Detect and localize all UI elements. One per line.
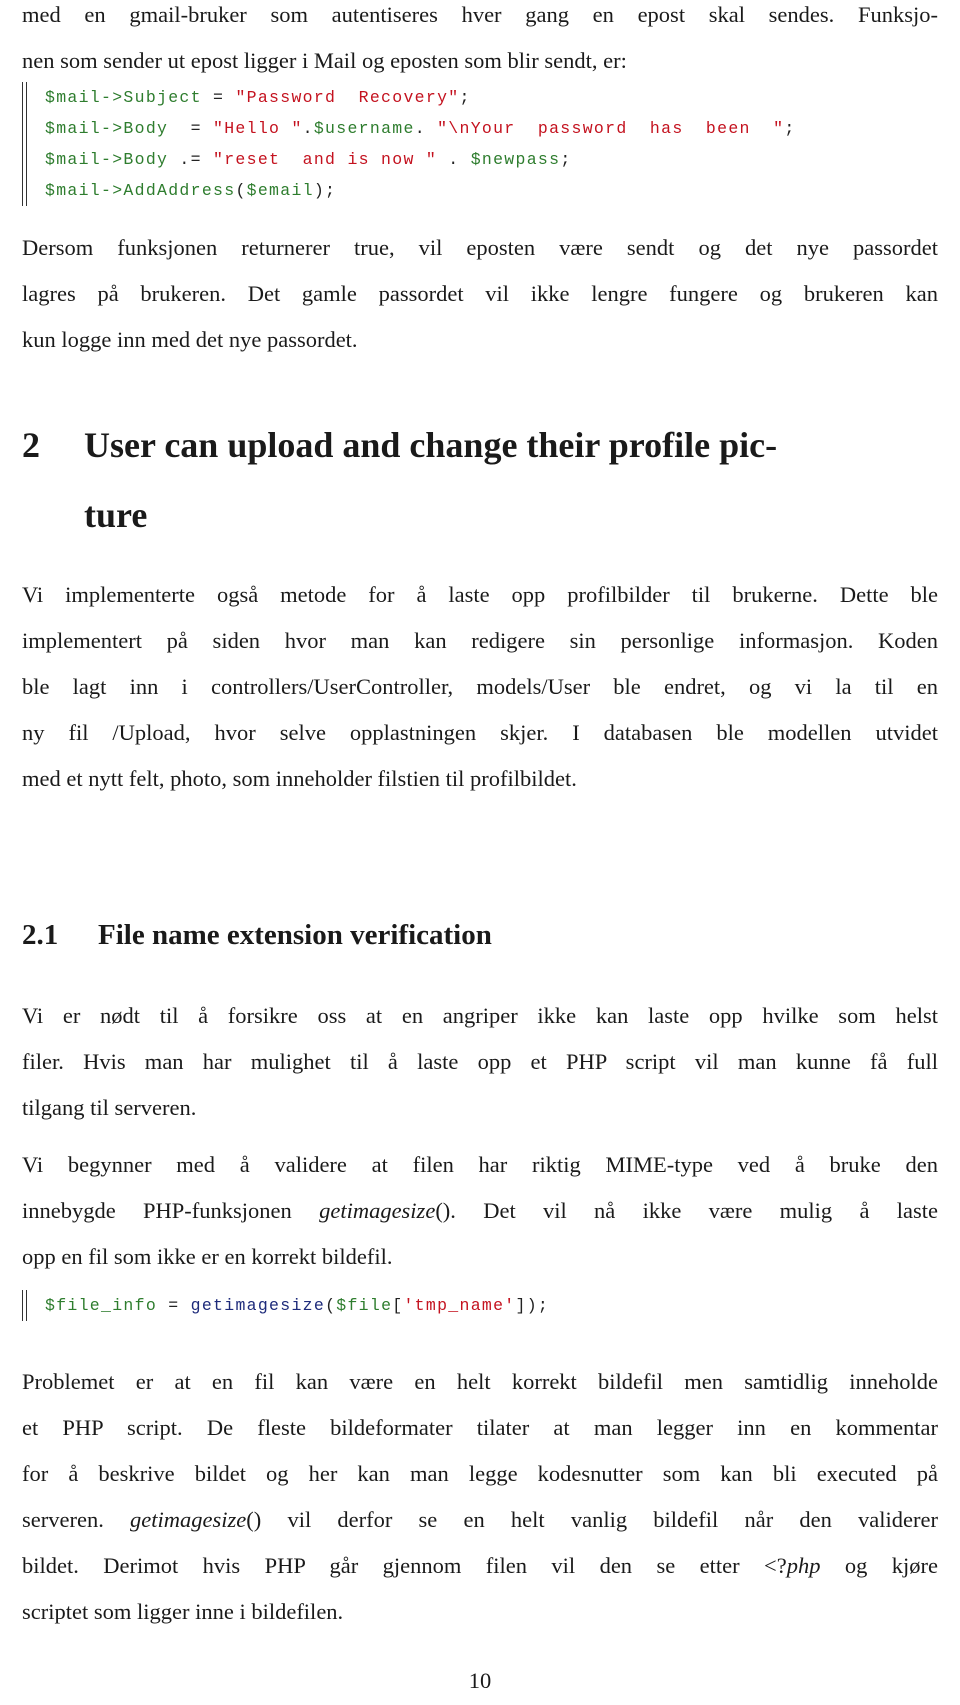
text-line: lagres på brukeren. Det gamle passordet …: [22, 281, 938, 306]
code-token: .: [437, 150, 471, 169]
section-heading-continued: ture: [22, 480, 938, 550]
section-2-paragraph: Vi implementerte også metode for å laste…: [22, 572, 938, 802]
section-2-heading: 2 User can upload and change their profil…: [22, 410, 938, 550]
text-line: Vi er nødt til å forsikre oss at en angr…: [22, 1003, 938, 1028]
text-line: for å beskrive bildet og her kan man leg…: [22, 1461, 938, 1486]
code-token: =: [157, 1296, 191, 1315]
text-line: med et nytt felt, photo, som inneholder …: [22, 766, 577, 791]
text-line: Problemet er at en fil kan være en helt …: [22, 1369, 938, 1394]
text-line: innebygde PHP-funksjonen getimagesize().…: [22, 1188, 938, 1234]
function-name-italic: getimagesize: [319, 1198, 436, 1223]
text-line: kun logge inn med det nye passordet.: [22, 327, 358, 352]
function-name-italic: getimagesize: [130, 1507, 247, 1532]
text-line: filer. Hvis man har mulighet til å laste…: [22, 1049, 938, 1074]
code-token: .=: [168, 150, 214, 169]
intro-paragraph: med en gmail-bruker som autentiseres hve…: [22, 0, 938, 84]
text-line: implementert på siden hvor man kan redig…: [22, 628, 938, 653]
text-span: innebygde PHP-funksjonen: [22, 1198, 320, 1223]
text-line: ny fil /Upload, hvor selve opplastningen…: [22, 720, 938, 745]
text-span: () vil derfor se en helt vanlig bildefil…: [246, 1507, 939, 1532]
code-token: ]);: [515, 1296, 550, 1315]
code-token: $newpass: [470, 150, 561, 169]
text-line: opp en fil som ikke er en korrekt bildef…: [22, 1244, 393, 1269]
code-token: "reset and is now ": [213, 150, 438, 169]
text-line: Dersom funksjonen returnerer true, vil e…: [22, 235, 938, 260]
text-span: og kjøre: [820, 1553, 938, 1578]
code-token: 'tmp_name': [403, 1296, 516, 1315]
code-token: $mail->AddAddress: [45, 181, 236, 200]
code-token: $mail->Body: [45, 119, 169, 138]
code-token: $username: [313, 119, 415, 138]
text-line: ble lagt inn i controllers/UserControlle…: [22, 674, 938, 699]
text-line: tilgang til serveren.: [22, 1095, 197, 1120]
subsection-title: File name extension verification: [98, 919, 492, 951]
subsection-2-1-heading: 2.1 File name extension verification: [22, 915, 938, 955]
text-line: Vi implementerte også metode for å laste…: [22, 582, 938, 607]
code-token: .: [414, 119, 438, 138]
code-token: .: [302, 119, 314, 138]
code-token: ;: [784, 119, 796, 138]
text-line: serveren. getimagesize() vil derfor se e…: [22, 1497, 938, 1543]
subsection-number: 2.1: [22, 919, 59, 951]
text-line: med en gmail-bruker som autentiseres hve…: [22, 2, 938, 27]
code-token: =: [168, 119, 214, 138]
text-span: bildet. Derimot hvis PHP går gjennom fil…: [22, 1553, 787, 1578]
page-number: 10: [468, 1668, 492, 1693]
code-token: ;: [459, 88, 471, 107]
code-listing-getimagesize: $file_info = getimagesize($file['tmp_nam…: [22, 1290, 938, 1321]
code-line: $file_info = getimagesize($file['tmp_nam…: [45, 1290, 938, 1321]
code-token: );: [313, 181, 337, 200]
code-line: $mail->Body .= "reset and is now " . $ne…: [45, 144, 938, 175]
code-line: $mail->AddAddress($email);: [45, 175, 938, 206]
code-token: $mail->Body: [45, 150, 169, 169]
section-title: User can upload and change their profile…: [84, 425, 778, 465]
code-token: ;: [560, 150, 572, 169]
code-line: $mail->Subject = "Password Recovery";: [45, 82, 938, 113]
text-span: (). Det vil nå ikke være mulig å laste: [435, 1198, 938, 1223]
subsection-paragraph-3: Problemet er at en fil kan være en helt …: [22, 1359, 938, 1635]
code-line: $mail->Body = "Hello ".$username. "\nYou…: [45, 113, 938, 144]
code-token: =: [201, 88, 236, 107]
text-line: et PHP script. De fleste bildeformater t…: [22, 1415, 938, 1440]
section-heading: 2 User can upload and change their profil…: [22, 410, 938, 480]
subsection-paragraph-2: Vi begynner med å validere at filen har …: [22, 1142, 938, 1280]
code-token: "\nYour password has been ": [437, 119, 785, 138]
section-number: 2: [22, 425, 40, 465]
text-line: scriptet som ligger inne i bildefilen.: [22, 1599, 344, 1624]
text-line: Vi begynner med å validere at filen har …: [22, 1152, 938, 1177]
code-token: $mail->Subject: [45, 88, 202, 107]
php-tag-italic: php: [786, 1553, 821, 1578]
subsection-heading: 2.1 File name extension verification: [22, 915, 938, 955]
text-line: bildet. Derimot hvis PHP går gjennom fil…: [22, 1543, 938, 1589]
section-title-continued: ture: [84, 495, 148, 535]
code-token: [: [392, 1296, 404, 1315]
code-token: (: [325, 1296, 337, 1315]
code-token: $file: [336, 1296, 393, 1315]
text-span: serveren.: [22, 1507, 131, 1532]
code-listing-mail: $mail->Subject = "Password Recovery"; $ma…: [22, 82, 938, 206]
code-token: "Password Recovery": [235, 88, 460, 107]
code-token: "Hello ": [213, 119, 303, 138]
code-token: $email: [246, 181, 314, 200]
code-token: $file_info: [45, 1296, 158, 1315]
subsection-paragraph-1: Vi er nødt til å forsikre oss at en angr…: [22, 993, 938, 1131]
paragraph-after-code: Dersom funksjonen returnerer true, vil e…: [22, 225, 938, 363]
text-line: nen som sender ut epost ligger i Mail og…: [22, 48, 627, 73]
code-token: (: [235, 181, 247, 200]
code-token: getimagesize: [190, 1296, 326, 1315]
